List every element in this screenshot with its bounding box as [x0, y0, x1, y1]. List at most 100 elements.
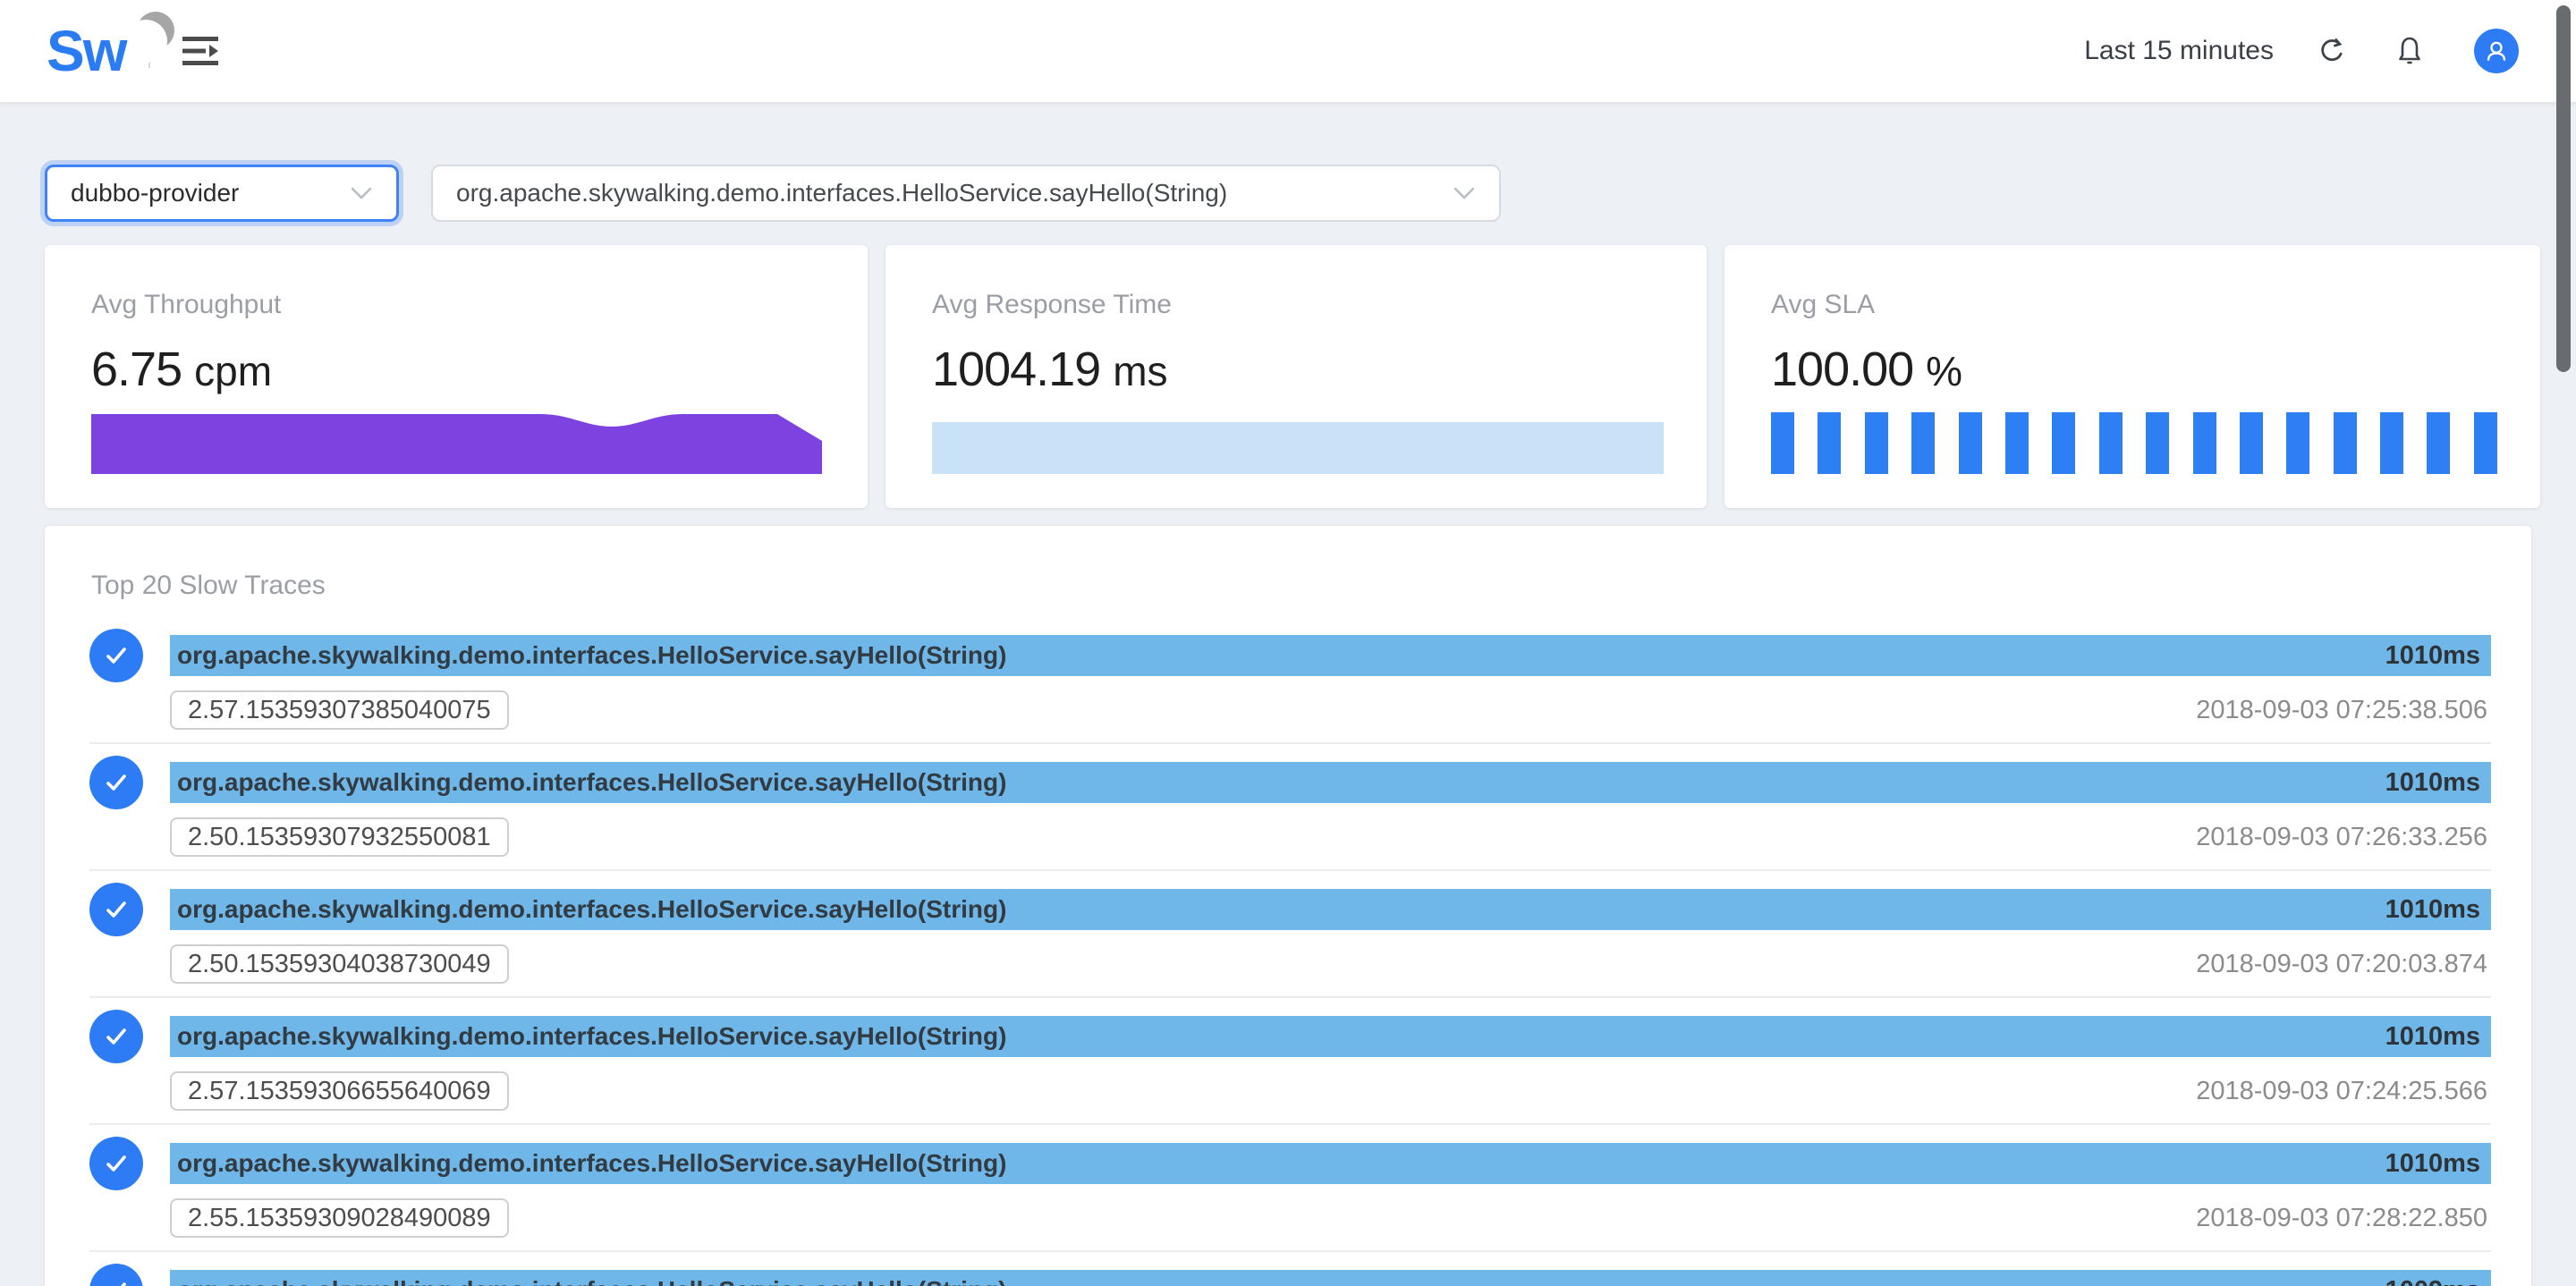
- filter-bar: dubbo-provider org.apache.skywalking.dem…: [45, 165, 2531, 222]
- trace-duration-bar[interactable]: org.apache.skywalking.demo.interfaces.He…: [170, 1143, 2491, 1184]
- sla-bar: [1911, 412, 1935, 474]
- service-select-value: dubbo-provider: [71, 179, 337, 207]
- header-right-group: Last 15 minutes: [2084, 29, 2519, 73]
- sla-bar: [2427, 412, 2450, 474]
- trace-content: org.apache.skywalking.demo.interfaces.He…: [170, 635, 2491, 730]
- sla-bar: [2193, 412, 2216, 474]
- metric-cards-row: Avg Throughput 6.75 cpm Avg Response Tim…: [45, 245, 2531, 508]
- menu-collapse-icon[interactable]: [177, 26, 227, 76]
- trace-row: org.apache.skywalking.demo.interfaces.He…: [89, 889, 2491, 998]
- card-avg-response-time: Avg Response Time 1004.19 ms: [886, 245, 1707, 508]
- trace-endpoint-label: org.apache.skywalking.demo.interfaces.He…: [177, 641, 2368, 670]
- sla-bar: [1818, 412, 1841, 474]
- metric-label: Avg Response Time: [932, 292, 1664, 318]
- trace-start-time: 2018-09-03 07:24:25.566: [2196, 1077, 2487, 1106]
- trace-row: org.apache.skywalking.demo.interfaces.He…: [89, 762, 2491, 871]
- logo-text: Sw: [47, 22, 125, 80]
- endpoint-select[interactable]: org.apache.skywalking.demo.interfaces.He…: [431, 165, 1501, 222]
- sla-bar: [2334, 412, 2357, 474]
- sla-bar: [2099, 412, 2123, 474]
- slow-traces-panel: Top 20 Slow Traces org.apache.skywalking…: [45, 526, 2531, 1286]
- metric-value-row: 6.75 cpm: [91, 345, 825, 393]
- refresh-icon[interactable]: [2317, 36, 2347, 66]
- trace-content: org.apache.skywalking.demo.interfaces.He…: [170, 889, 2491, 984]
- trace-endpoint-label: org.apache.skywalking.demo.interfaces.He…: [177, 1022, 2368, 1051]
- metric-value: 6.75: [91, 345, 182, 393]
- response-time-sparkline: [932, 422, 1664, 474]
- trace-endpoint-label: org.apache.skywalking.demo.interfaces.He…: [177, 1149, 2368, 1178]
- card-avg-sla: Avg SLA 100.00 %: [1724, 245, 2540, 508]
- trace-duration-label: 1010ms: [2385, 1022, 2480, 1052]
- trace-subrow: 2.50.15359307932550081 2018-09-03 07:26:…: [170, 817, 2491, 857]
- trace-row: org.apache.skywalking.demo.interfaces.He…: [89, 1143, 2491, 1252]
- trace-content: org.apache.skywalking.demo.interfaces.He…: [170, 762, 2491, 857]
- metric-unit: ms: [1113, 351, 1167, 392]
- trace-duration-label: 1010ms: [2385, 1149, 2480, 1179]
- trace-start-time: 2018-09-03 07:25:38.506: [2196, 696, 2487, 725]
- check-icon[interactable]: [89, 1137, 143, 1190]
- vertical-scrollbar[interactable]: [2556, 5, 2571, 372]
- metric-value: 100.00: [1771, 345, 1913, 393]
- throughput-sparkline: [91, 411, 825, 474]
- check-icon[interactable]: [89, 883, 143, 936]
- trace-row: org.apache.skywalking.demo.interfaces.He…: [89, 1270, 2491, 1286]
- trace-content: org.apache.skywalking.demo.interfaces.He…: [170, 1270, 2491, 1286]
- trace-id-chip: 2.55.15359309028490089: [170, 1198, 509, 1238]
- trace-id-chip: 2.57.15359307385040075: [170, 690, 509, 730]
- trace-subrow: 2.50.15359304038730049 2018-09-03 07:20:…: [170, 944, 2491, 984]
- sla-bar: [2052, 412, 2075, 474]
- trace-endpoint-label: org.apache.skywalking.demo.interfaces.He…: [177, 895, 2368, 924]
- check-icon[interactable]: [89, 1010, 143, 1063]
- logo-moon-icon: [122, 9, 177, 64]
- trace-content: org.apache.skywalking.demo.interfaces.He…: [170, 1143, 2491, 1238]
- metric-unit: cpm: [194, 351, 272, 392]
- trace-duration-bar[interactable]: org.apache.skywalking.demo.interfaces.He…: [170, 1016, 2491, 1057]
- trace-duration-bar[interactable]: org.apache.skywalking.demo.interfaces.He…: [170, 762, 2491, 803]
- check-icon[interactable]: [89, 629, 143, 682]
- metric-label: Avg Throughput: [91, 292, 825, 318]
- metric-value-row: 1004.19 ms: [932, 345, 1664, 393]
- trace-duration-bar[interactable]: org.apache.skywalking.demo.interfaces.He…: [170, 1270, 2491, 1286]
- check-icon[interactable]: [89, 1264, 143, 1286]
- sla-bar: [1865, 412, 1888, 474]
- trace-duration-label: 1009ms: [2385, 1276, 2480, 1286]
- trace-id-chip: 2.50.15359304038730049: [170, 944, 509, 984]
- metric-value-row: 100.00 %: [1771, 345, 2497, 393]
- trace-duration-label: 1010ms: [2385, 895, 2480, 925]
- trace-duration-bar[interactable]: org.apache.skywalking.demo.interfaces.He…: [170, 635, 2491, 676]
- sla-bar: [2005, 412, 2029, 474]
- user-avatar[interactable]: [2474, 29, 2519, 73]
- trace-start-time: 2018-09-03 07:20:03.874: [2196, 950, 2487, 979]
- trace-id-chip: 2.50.15359307932550081: [170, 817, 509, 857]
- sla-bar: [1959, 412, 1982, 474]
- trace-row: org.apache.skywalking.demo.interfaces.He…: [89, 1016, 2491, 1125]
- chevron-down-icon: [350, 186, 373, 200]
- trace-start-time: 2018-09-03 07:28:22.850: [2196, 1204, 2487, 1233]
- sla-bar: [2240, 412, 2263, 474]
- trace-start-time: 2018-09-03 07:26:33.256: [2196, 823, 2487, 852]
- sla-bar: [2146, 412, 2169, 474]
- endpoint-select-value: org.apache.skywalking.demo.interfaces.He…: [456, 179, 1440, 207]
- trace-duration-label: 1010ms: [2385, 768, 2480, 798]
- page-body: dubbo-provider org.apache.skywalking.dem…: [0, 104, 2576, 1286]
- trace-subrow: 2.55.15359309028490089 2018-09-03 07:28:…: [170, 1198, 2491, 1238]
- sla-bar: [2380, 412, 2403, 474]
- metric-unit: %: [1926, 351, 1962, 392]
- sla-bar-chart: [1771, 412, 2497, 474]
- app-header: Sw Last 15 minutes: [0, 0, 2576, 104]
- trace-endpoint-label: org.apache.skywalking.demo.interfaces.He…: [177, 1276, 2368, 1286]
- metric-label: Avg SLA: [1771, 292, 2497, 318]
- card-avg-throughput: Avg Throughput 6.75 cpm: [45, 245, 868, 508]
- bell-icon[interactable]: [2395, 35, 2424, 67]
- trace-duration-label: 1010ms: [2385, 641, 2480, 671]
- service-select[interactable]: dubbo-provider: [45, 165, 399, 222]
- metric-value: 1004.19: [932, 345, 1100, 393]
- time-range-button[interactable]: Last 15 minutes: [2084, 36, 2274, 66]
- trace-endpoint-label: org.apache.skywalking.demo.interfaces.He…: [177, 768, 2368, 797]
- trace-duration-bar[interactable]: org.apache.skywalking.demo.interfaces.He…: [170, 889, 2491, 930]
- check-icon[interactable]: [89, 756, 143, 809]
- skywalking-logo[interactable]: Sw: [47, 0, 125, 102]
- traces-list: org.apache.skywalking.demo.interfaces.He…: [89, 635, 2491, 1286]
- chevron-down-icon: [1453, 186, 1476, 200]
- trace-subrow: 2.57.15359307385040075 2018-09-03 07:25:…: [170, 690, 2491, 730]
